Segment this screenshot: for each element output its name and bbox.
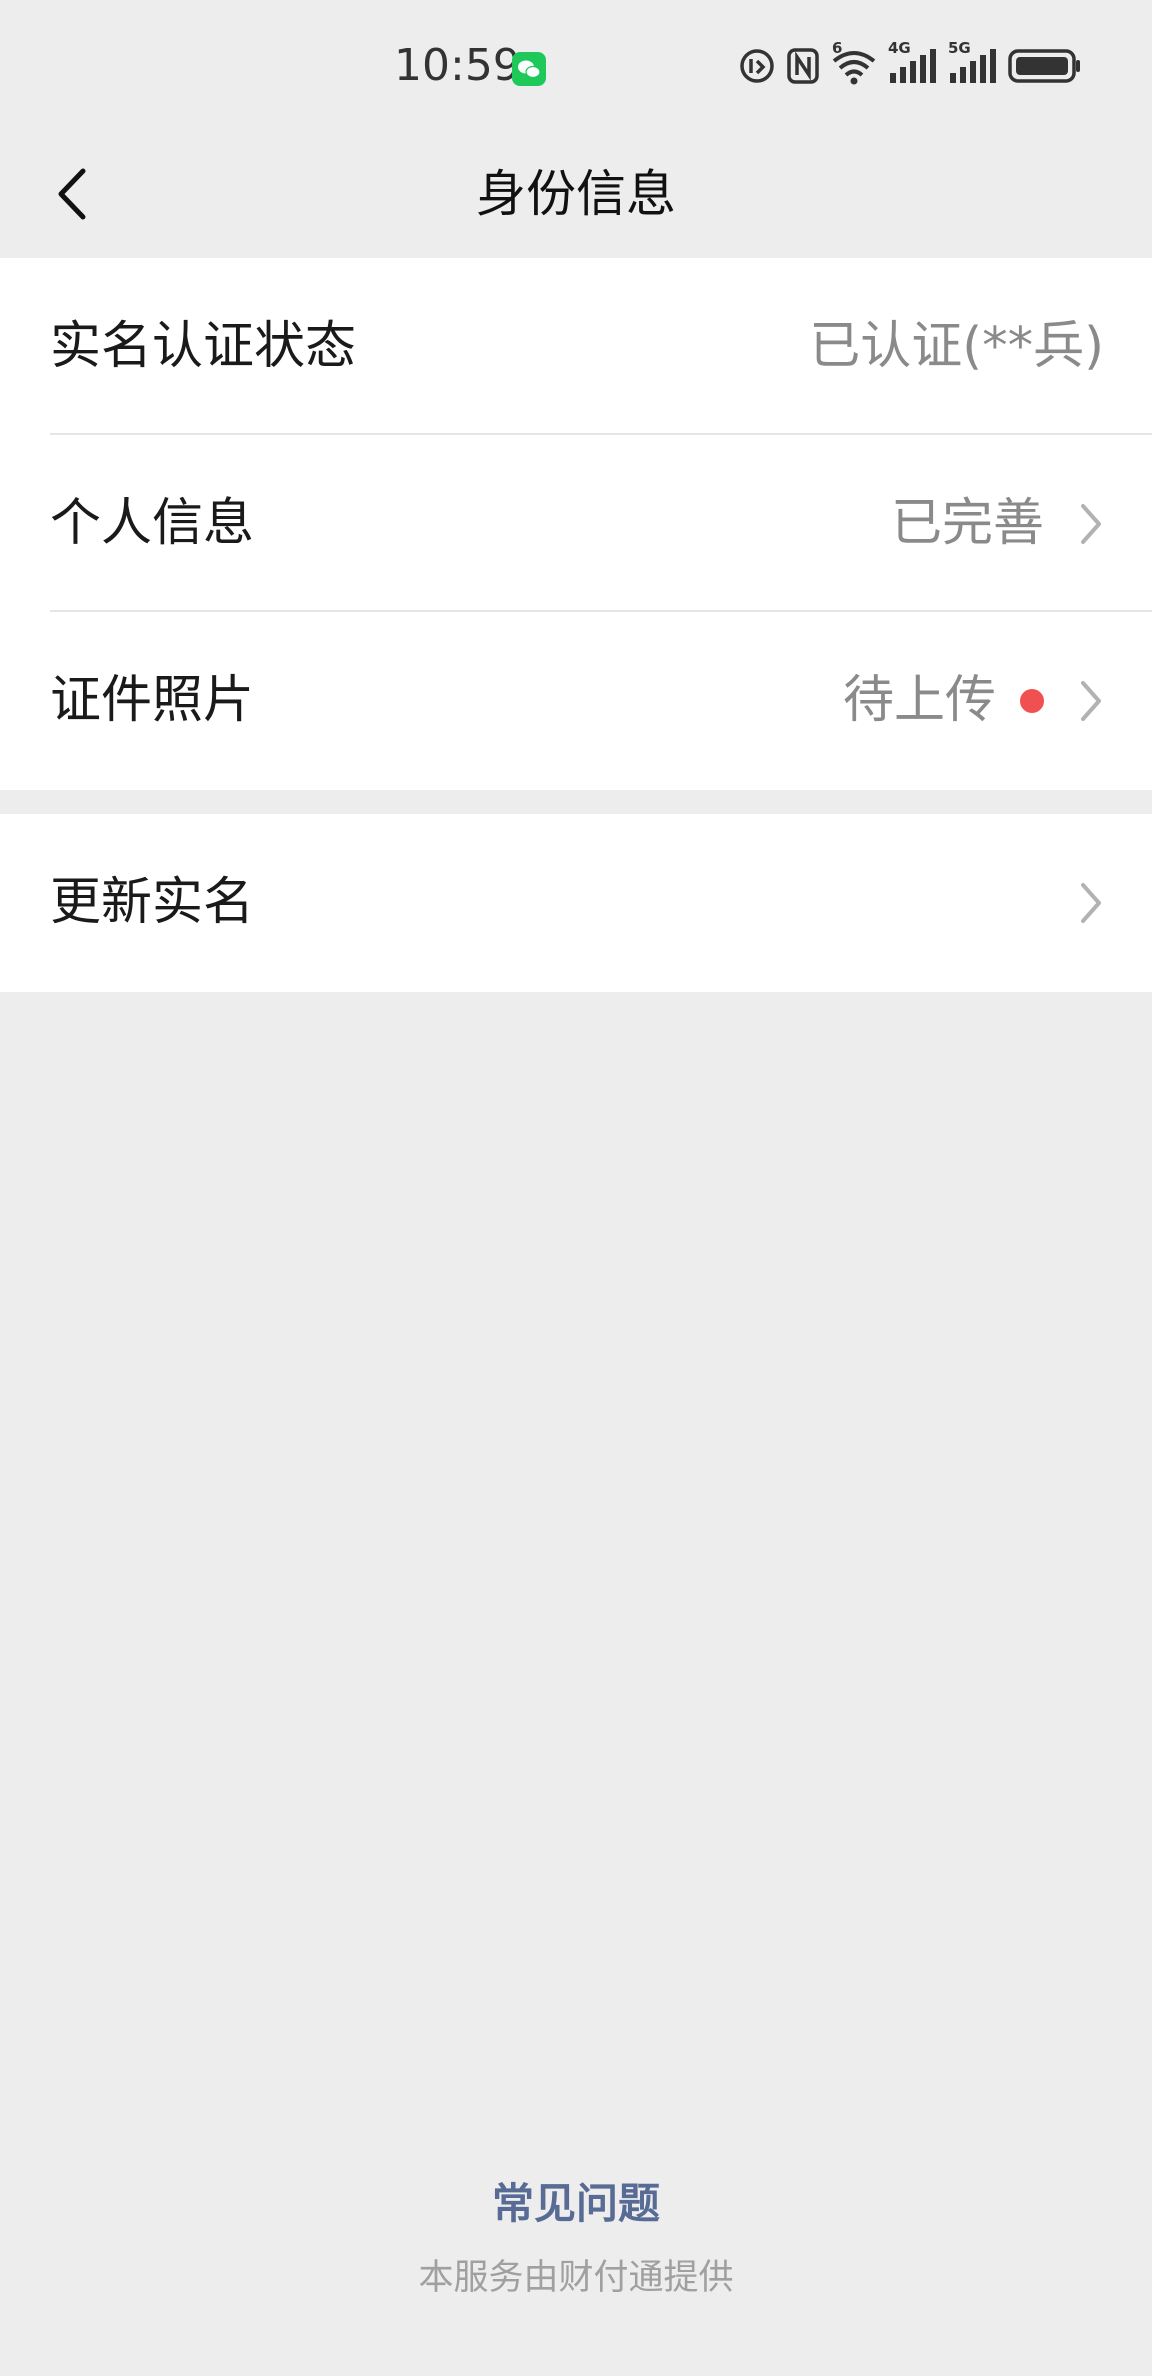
cell-verification-status: 实名认证状态 已认证(**兵) (0, 258, 1152, 435)
red-dot-badge (1020, 689, 1044, 713)
wechat-notification-icon (512, 52, 546, 86)
cell-id-photo[interactable]: 证件照片 待上传 (0, 612, 1152, 789)
chevron-right-icon (1081, 504, 1101, 544)
page-title: 身份信息 (476, 165, 676, 223)
cell-value: 待上传 (842, 671, 996, 730)
wifi-label: 6 (832, 39, 843, 57)
signal-4g-icon: 4G (888, 39, 938, 85)
cell-label: 实名认证状态 (50, 317, 357, 376)
status-time: 10:59 (394, 40, 521, 91)
cell-label: 个人信息 (50, 494, 255, 553)
cell-personal-info[interactable]: 个人信息 已完善 (0, 435, 1152, 612)
signal-4g-label: 4G (888, 39, 911, 57)
hd-call-icon (738, 47, 776, 85)
chevron-right-icon (1081, 883, 1101, 923)
battery-icon (1008, 47, 1082, 85)
chevron-left-icon (58, 168, 86, 220)
cell-value: 已完善 (890, 494, 1044, 553)
cell-value: 已认证(**兵) (809, 317, 1104, 376)
update-group: 更新实名 (0, 814, 1152, 992)
nfc-icon (786, 47, 820, 85)
cell-label: 更新实名 (50, 873, 255, 932)
provider-text: 本服务由财付通提供 (418, 2258, 734, 2298)
signal-5g-label: 5G (948, 39, 971, 57)
status-icons: 6 4G 5G (738, 39, 1082, 86)
status-bar: 10:59 6 4G 5G (0, 0, 1152, 130)
cell-update-real-name[interactable]: 更新实名 (0, 814, 1152, 991)
chevron-right-icon (1081, 681, 1101, 721)
cell-label: 证件照片 (50, 671, 255, 730)
nav-bar: 身份信息 (0, 130, 1152, 258)
identity-info-group: 实名认证状态 已认证(**兵) 个人信息 已完善 证件照片 待上传 (0, 258, 1152, 790)
signal-5g-icon: 5G (948, 39, 998, 85)
back-button[interactable] (36, 156, 108, 232)
wifi-icon: 6 (830, 39, 878, 85)
faq-link[interactable]: 常见问题 (0, 2176, 1152, 2232)
